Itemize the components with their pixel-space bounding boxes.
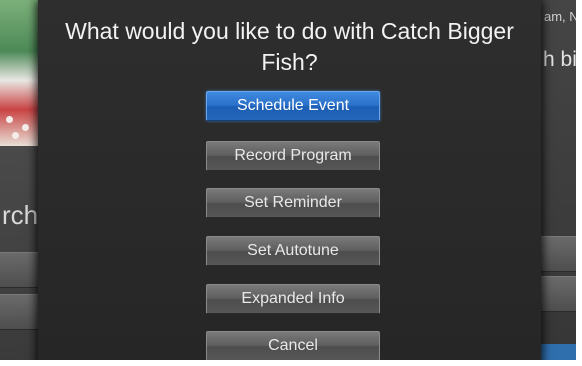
cancel-button[interactable]: Cancel — [206, 331, 380, 361]
image-border-right — [576, 0, 582, 366]
dialog-title: What would you like to do with Catch Big… — [65, 18, 514, 75]
expanded-info-button[interactable]: Expanded Info — [206, 284, 380, 314]
background-left-label: rch — [2, 200, 39, 230]
tv-guide-screen: rch am, N h big What would you like to d… — [0, 0, 582, 366]
background-left-row — [0, 252, 38, 288]
set-reminder-button[interactable]: Set Reminder — [206, 188, 380, 218]
image-border-bottom — [0, 360, 582, 366]
background-left-row — [0, 294, 38, 330]
program-thumbnail-image — [0, 0, 38, 146]
background-right-info: am, N — [544, 9, 579, 24]
set-autotune-button[interactable]: Set Autotune — [206, 236, 380, 266]
action-menu-dialog: What would you like to do with Catch Big… — [38, 0, 541, 366]
schedule-event-button[interactable]: Schedule Event — [206, 91, 380, 121]
record-program-button[interactable]: Record Program — [206, 141, 380, 171]
